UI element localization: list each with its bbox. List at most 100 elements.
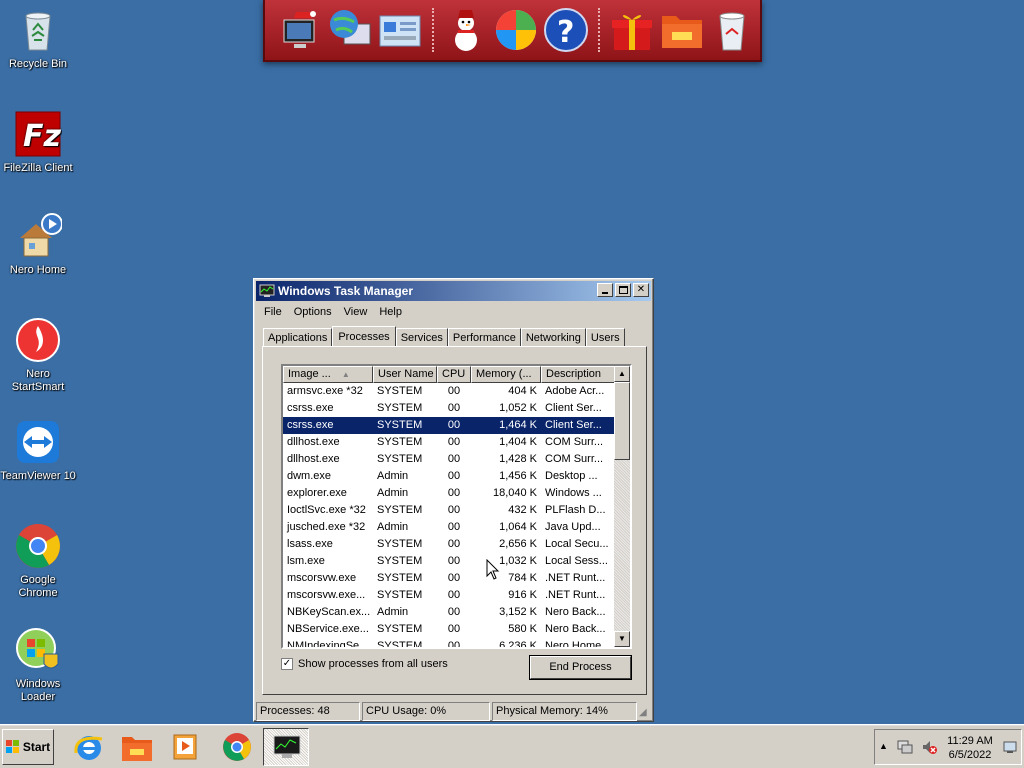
- maximize-button[interactable]: [615, 283, 631, 297]
- process-image-name: mscorsvw.exe...: [287, 589, 366, 601]
- sort-ascending-icon: ▲: [341, 370, 350, 379]
- chrome-icon[interactable]: [220, 731, 254, 763]
- svg-text:Fz: Fz: [23, 119, 61, 154]
- show-all-users-checkbox[interactable]: ✓: [281, 658, 293, 670]
- clock-time: 11:29 AM: [947, 735, 993, 747]
- tab-performance[interactable]: Performance: [447, 328, 521, 346]
- scroll-down-button[interactable]: ▼: [614, 631, 630, 647]
- table-row[interactable]: mscorsvw.exe SYSTEM 00 784 K .NET Runt...: [283, 570, 630, 587]
- tab-users[interactable]: Users: [585, 328, 625, 346]
- table-row[interactable]: IoctlSvc.exe *32 SYSTEM 00 432 K PLFlash D..…: [283, 502, 630, 519]
- window-titlebar[interactable]: Windows Task Manager ✕: [256, 281, 651, 301]
- taskbar-task-manager[interactable]: [263, 728, 309, 766]
- process-memory: 1,052 K: [499, 402, 537, 414]
- menu-options[interactable]: Options: [288, 303, 338, 321]
- table-row[interactable]: dllhost.exe SYSTEM 00 1,404 K COM Surr...: [283, 434, 630, 451]
- media-player-icon[interactable]: [168, 731, 202, 763]
- windows-ball-icon[interactable]: [492, 6, 540, 54]
- scroll-up-button[interactable]: ▲: [614, 366, 630, 382]
- dock-separator: [598, 8, 600, 52]
- show-all-users-option[interactable]: ✓ Show processes from all users: [281, 658, 448, 670]
- process-image-name: dllhost.exe: [287, 436, 340, 448]
- computer-icon[interactable]: [276, 6, 324, 54]
- folder-icon[interactable]: [658, 6, 706, 54]
- folder-icon[interactable]: [120, 731, 154, 763]
- table-row[interactable]: NMIndexingSe... SYSTEM 00 6,236 K Nero Home: [283, 638, 630, 649]
- table-row[interactable]: NBKeyScan.ex... Admin 00 3,152 K Nero Back..…: [283, 604, 630, 621]
- process-image-name: dllhost.exe: [287, 453, 340, 465]
- menu-file[interactable]: File: [258, 303, 288, 321]
- clock[interactable]: 11:29 AM 6/5/2022: [945, 734, 995, 762]
- network-globe-icon[interactable]: [326, 6, 374, 54]
- desktop-icon-recycle-bin[interactable]: Recycle Bin: [0, 6, 76, 71]
- table-row[interactable]: jusched.exe *32 Admin 00 1,064 K Java Upd...: [283, 519, 630, 536]
- process-list-header: Image ... ▲ User Name CPU Memory (... De…: [283, 366, 630, 383]
- close-button[interactable]: ✕: [633, 283, 649, 297]
- vertical-scrollbar[interactable]: ▲ ▼: [614, 366, 630, 647]
- nero-startsmart-icon: [14, 316, 62, 364]
- clock-date: 6/5/2022: [948, 749, 992, 761]
- scroll-thumb[interactable]: [614, 382, 630, 460]
- process-description: Desktop ...: [545, 470, 598, 482]
- tab-applications[interactable]: Applications: [263, 328, 333, 346]
- teamviewer-icon: [14, 418, 62, 466]
- tab-networking[interactable]: Networking: [520, 328, 586, 346]
- tab-services[interactable]: Services: [395, 328, 448, 346]
- desktop-icon-label: TeamViewer 10: [0, 470, 76, 482]
- process-image-name: lsm.exe: [287, 555, 325, 567]
- table-row[interactable]: lsm.exe SYSTEM 00 1,032 K Local Sess...: [283, 553, 630, 570]
- windows-loader-icon: [14, 626, 62, 674]
- column-image-name[interactable]: Image ... ▲: [283, 366, 373, 383]
- table-row[interactable]: csrss.exe SYSTEM 00 1,464 K Client Ser...: [283, 417, 630, 434]
- table-row[interactable]: mscorsvw.exe... SYSTEM 00 916 K .NET Runt...: [283, 587, 630, 604]
- start-button[interactable]: Start: [2, 729, 54, 765]
- desktop-icon-nero-home[interactable]: Nero Home: [0, 212, 76, 277]
- snowman-icon[interactable]: [442, 6, 490, 54]
- mouse-cursor-icon: [486, 558, 500, 584]
- menu-view[interactable]: View: [338, 303, 374, 321]
- show-hidden-icons-icon[interactable]: ▲: [879, 741, 888, 751]
- process-user-name: SYSTEM: [377, 385, 423, 397]
- process-description: Nero Home: [545, 640, 602, 649]
- process-memory: 18,040 K: [492, 487, 537, 499]
- process-list[interactable]: Image ... ▲ User Name CPU Memory (... De…: [281, 364, 632, 649]
- close-icon: ✕: [636, 284, 646, 295]
- column-user-name[interactable]: User Name: [373, 366, 437, 383]
- status-processes: Processes: 48: [256, 702, 360, 721]
- network-icon[interactable]: [897, 739, 913, 758]
- control-panel-icon[interactable]: [376, 6, 424, 54]
- desktop-icon-windows-loader[interactable]: Windows Loader: [0, 626, 76, 704]
- minimize-button[interactable]: [597, 283, 613, 297]
- tab-processes[interactable]: Processes: [332, 326, 396, 346]
- menu-help[interactable]: Help: [373, 303, 408, 321]
- resize-grip-icon[interactable]: ◢: [639, 707, 647, 721]
- desktop-icon-teamviewer[interactable]: TeamViewer 10: [0, 418, 76, 483]
- end-process-button[interactable]: End Process: [530, 656, 631, 679]
- desktop-icon-google-chrome[interactable]: Google Chrome: [0, 522, 76, 600]
- process-memory: 784 K: [508, 572, 537, 584]
- recycle-bin-icon[interactable]: [708, 6, 756, 54]
- column-memory[interactable]: Memory (...: [471, 366, 541, 383]
- table-row[interactable]: lsass.exe SYSTEM 00 2,656 K Local Secu...: [283, 536, 630, 553]
- process-description: Local Sess...: [545, 555, 608, 567]
- desktop-icon-nero-startsmart[interactable]: Nero StartSmart: [0, 316, 76, 394]
- column-cpu[interactable]: CPU: [437, 366, 471, 383]
- process-user-name: SYSTEM: [377, 419, 423, 431]
- process-memory: 404 K: [508, 385, 537, 397]
- column-description[interactable]: Description: [541, 366, 617, 383]
- table-row[interactable]: armsvc.exe *32 SYSTEM 00 404 K Adobe Acr...: [283, 383, 630, 400]
- show-desktop-icon[interactable]: [1003, 740, 1017, 757]
- process-cpu: 00: [447, 402, 461, 414]
- table-row[interactable]: explorer.exe Admin 00 18,040 K Windows ...: [283, 485, 630, 502]
- volume-muted-icon[interactable]: [921, 739, 937, 758]
- table-row[interactable]: dllhost.exe SYSTEM 00 1,428 K COM Surr...: [283, 451, 630, 468]
- help-icon[interactable]: ?: [542, 6, 590, 54]
- table-row[interactable]: csrss.exe SYSTEM 00 1,052 K Client Ser...: [283, 400, 630, 417]
- process-user-name: SYSTEM: [377, 402, 423, 414]
- table-row[interactable]: dwm.exe Admin 00 1,456 K Desktop ...: [283, 468, 630, 485]
- gift-icon[interactable]: [608, 6, 656, 54]
- table-row[interactable]: NBService.exe... SYSTEM 00 580 K Nero Back..…: [283, 621, 630, 638]
- desktop-icon-filezilla[interactable]: Fz FileZilla Client: [0, 110, 76, 175]
- internet-explorer-icon[interactable]: [72, 731, 106, 763]
- task-manager-window: Windows Task Manager ✕ File Options View…: [253, 278, 654, 722]
